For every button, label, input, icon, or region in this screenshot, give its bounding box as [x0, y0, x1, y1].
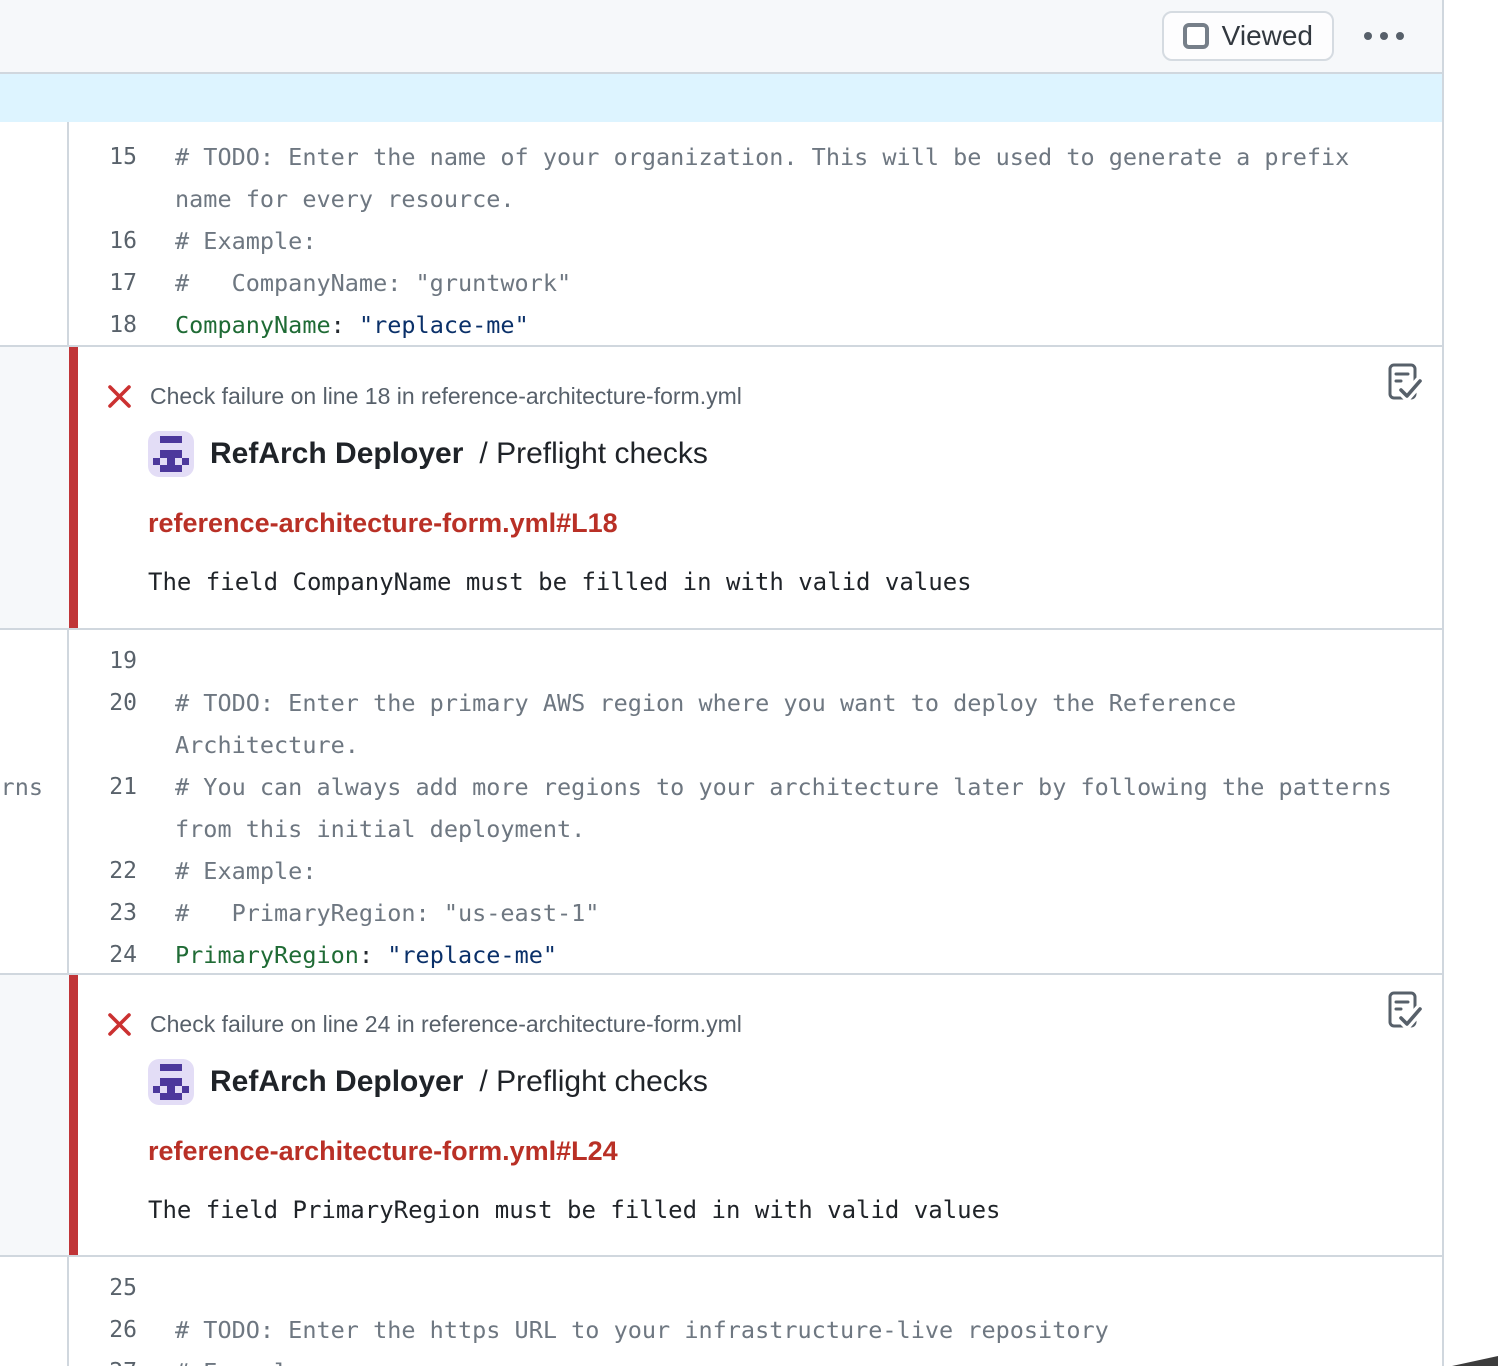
code-text: # TODO: Enter the name of your organizat… — [137, 136, 1349, 178]
annotation-title: Check failure on line 18 in reference-ar… — [150, 383, 742, 410]
code-text: # You can always add more regions to you… — [137, 766, 1392, 808]
line-number[interactable]: 26 — [69, 1309, 137, 1351]
refarch-deployer-app-icon — [148, 1059, 194, 1105]
line-number[interactable]: 16 — [69, 220, 137, 262]
code-text: # Example: — [137, 1351, 316, 1366]
code-text: Architecture. — [137, 724, 359, 766]
annotation-message: The field CompanyName must be filled in … — [148, 568, 1382, 596]
code-text: # PrimaryRegion: "us-east-1" — [137, 892, 599, 934]
code-row: 26# TODO: Enter the https URL to your in… — [69, 1309, 1442, 1351]
annotation-title: Check failure on line 24 in reference-ar… — [150, 1011, 742, 1038]
code-text: CompanyName: "replace-me" — [137, 304, 529, 345]
check-annotation-line-24: Check failure on line 24 in reference-ar… — [0, 973, 1442, 1257]
check-app-name: RefArch Deployer — [210, 1065, 463, 1099]
check-context: / Preflight checks — [479, 1065, 707, 1099]
x-icon — [106, 1011, 133, 1038]
code-row: 25 — [69, 1267, 1442, 1309]
split-diff-left-gutter: rns — [0, 630, 69, 973]
cursor-fragment — [1452, 1354, 1498, 1366]
line-number[interactable]: 22 — [69, 850, 137, 892]
code-column: 1920# TODO: Enter the primary AWS region… — [69, 630, 1442, 973]
diff-hunk-bar — [0, 74, 1442, 122]
line-number — [69, 178, 137, 220]
code-section-3: 2526# TODO: Enter the https URL to your … — [0, 1257, 1442, 1366]
code-text: name for every resource. — [137, 178, 515, 220]
code-row: 15# TODO: Enter the name of your organiz… — [69, 136, 1442, 178]
line-number[interactable]: 15 — [69, 136, 137, 178]
split-diff-left-gutter — [0, 975, 69, 1255]
split-diff-left-gutter — [0, 1257, 69, 1366]
check-annotation-line-18: Check failure on line 18 in reference-ar… — [0, 345, 1442, 630]
viewed-label: Viewed — [1222, 20, 1313, 52]
code-section-1: 15# TODO: Enter the name of your organiz… — [0, 122, 1442, 345]
line-number — [69, 808, 137, 850]
code-text: PrimaryRegion: "replace-me" — [137, 934, 557, 973]
annotation-body: Check failure on line 24 in reference-ar… — [69, 975, 1442, 1255]
refarch-deployer-app-icon — [148, 431, 194, 477]
code-text: # TODO: Enter the primary AWS region whe… — [137, 682, 1236, 724]
annotation-file-link[interactable]: reference-architecture-form.yml#L24 — [148, 1136, 618, 1167]
code-text: from this initial deployment. — [137, 808, 585, 850]
code-row: 23# PrimaryRegion: "us-east-1" — [69, 892, 1442, 934]
code-text: # CompanyName: "gruntwork" — [137, 262, 571, 304]
viewed-checkbox[interactable] — [1183, 23, 1209, 49]
code-text — [137, 1267, 175, 1309]
code-row: name for every resource. — [69, 178, 1442, 220]
code-row: 24PrimaryRegion: "replace-me" — [69, 934, 1442, 973]
kebab-dot — [1364, 32, 1372, 40]
code-row: 19 — [69, 640, 1442, 682]
file-diff-panel: Viewed 15# TODO: Enter the name of your … — [0, 0, 1444, 1366]
code-row: 20# TODO: Enter the primary AWS region w… — [69, 682, 1442, 724]
code-column: 2526# TODO: Enter the https URL to your … — [69, 1257, 1442, 1366]
code-text: # Example: — [137, 220, 316, 262]
viewed-button[interactable]: Viewed — [1162, 11, 1334, 61]
code-row: Architecture. — [69, 724, 1442, 766]
line-number[interactable]: 19 — [69, 640, 137, 682]
code-text — [137, 640, 175, 682]
annotation-file-link[interactable]: reference-architecture-form.yml#L18 — [148, 508, 618, 539]
split-diff-left-gutter — [0, 347, 69, 628]
line-number[interactable]: 24 — [69, 934, 137, 973]
file-check-icon[interactable] — [1384, 989, 1424, 1033]
check-context: / Preflight checks — [479, 437, 707, 471]
annotation-message: The field PrimaryRegion must be filled i… — [148, 1196, 1382, 1224]
line-number[interactable]: 25 — [69, 1267, 137, 1309]
kebab-menu-button[interactable] — [1360, 22, 1408, 50]
code-section-2: rns 1920# TODO: Enter the primary AWS re… — [0, 630, 1442, 973]
code-text: # TODO: Enter the https URL to your infr… — [137, 1309, 1109, 1351]
line-number[interactable]: 23 — [69, 892, 137, 934]
file-check-icon[interactable] — [1384, 361, 1424, 405]
line-number[interactable]: 20 — [69, 682, 137, 724]
annotation-body: Check failure on line 18 in reference-ar… — [69, 347, 1442, 628]
code-row: 18CompanyName: "replace-me" — [69, 304, 1442, 345]
kebab-dot — [1396, 32, 1404, 40]
left-pane-clipped-code: rns — [1, 766, 43, 808]
kebab-dot — [1380, 32, 1388, 40]
code-row: from this initial deployment. — [69, 808, 1442, 850]
x-icon — [106, 383, 133, 410]
code-row: 27# Example: — [69, 1351, 1442, 1366]
file-header-bar: Viewed — [0, 0, 1442, 74]
check-app-name: RefArch Deployer — [210, 437, 463, 471]
code-column: 15# TODO: Enter the name of your organiz… — [69, 122, 1442, 345]
code-row: 22# Example: — [69, 850, 1442, 892]
code-row: 17# CompanyName: "gruntwork" — [69, 262, 1442, 304]
line-number[interactable]: 21 — [69, 766, 137, 808]
line-number — [69, 724, 137, 766]
line-number[interactable]: 27 — [69, 1351, 137, 1366]
split-diff-left-gutter — [0, 122, 69, 345]
code-row: 21# You can always add more regions to y… — [69, 766, 1442, 808]
line-number[interactable]: 18 — [69, 304, 137, 345]
line-number[interactable]: 17 — [69, 262, 137, 304]
code-row: 16# Example: — [69, 220, 1442, 262]
code-text: # Example: — [137, 850, 316, 892]
